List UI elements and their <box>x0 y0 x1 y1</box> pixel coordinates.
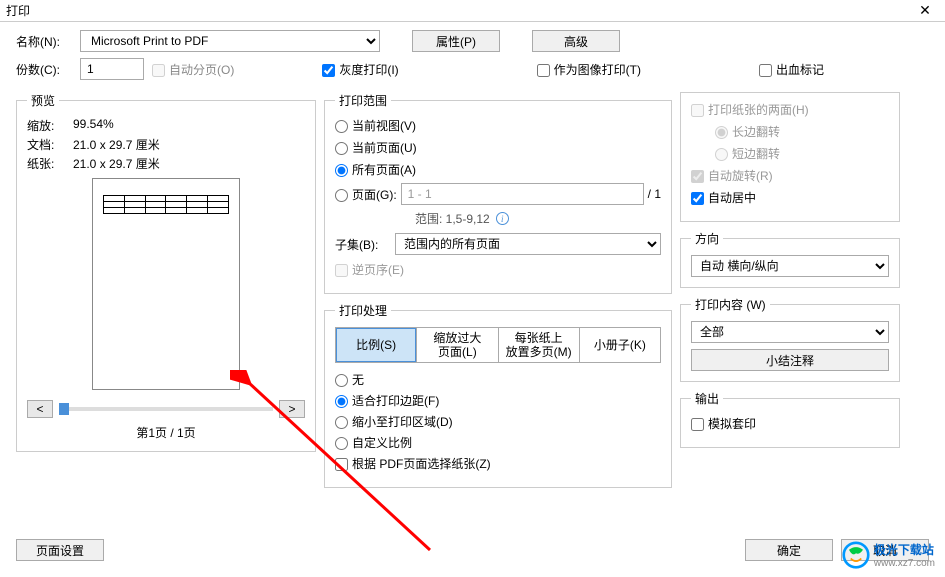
reverse-order-checkbox[interactable]: 逆页序(E) <box>335 261 404 278</box>
orientation-fieldset: 方向 自动 横向/纵向 <box>680 230 900 288</box>
close-button[interactable]: ✕ <box>905 2 945 19</box>
subset-label: 子集(B): <box>335 236 387 253</box>
tab-scale[interactable]: 比例(S) <box>336 328 417 362</box>
print-content-legend: 打印内容 (W) <box>691 296 770 313</box>
doc-value: 21.0 x 29.7 厘米 <box>73 136 160 153</box>
pages-input[interactable] <box>401 183 644 205</box>
current-page-radio[interactable]: 当前页面(U) <box>335 139 417 156</box>
print-processing-legend: 打印处理 <box>335 302 391 319</box>
next-page-button[interactable]: > <box>279 400 305 418</box>
preview-legend: 预览 <box>27 92 59 109</box>
page-slider[interactable] <box>59 407 273 411</box>
paper-label: 纸张: <box>27 155 73 172</box>
advanced-button[interactable]: 高级 <box>532 30 620 52</box>
paper-value: 21.0 x 29.7 厘米 <box>73 155 160 172</box>
subset-select[interactable]: 范围内的所有页面 <box>395 233 661 255</box>
cancel-button[interactable]: 取消 <box>841 539 929 561</box>
both-sides-checkbox[interactable]: 打印纸张的两面(H) <box>691 101 809 118</box>
summary-notes-button[interactable]: 小结注释 <box>691 349 889 371</box>
collate-checkbox[interactable]: 自动分页(O) <box>152 61 234 78</box>
choose-paper-by-pdf-checkbox[interactable]: 根据 PDF页面选择纸张(Z) <box>335 455 491 472</box>
print-range-fieldset: 打印范围 当前视图(V) 当前页面(U) 所有页面(A) 页面(G): / 1 … <box>324 92 672 294</box>
zoom-value: 99.54% <box>73 117 114 134</box>
printer-name-select[interactable]: Microsoft Print to PDF <box>80 30 380 52</box>
short-edge-radio: 短边翻转 <box>715 145 780 162</box>
ok-button[interactable]: 确定 <box>745 539 833 561</box>
fit-margin-radio[interactable]: 适合打印边距(F) <box>335 392 439 409</box>
copies-label: 份数(C): <box>16 61 72 78</box>
orientation-select[interactable]: 自动 横向/纵向 <box>691 255 889 277</box>
prev-page-button[interactable]: < <box>27 400 53 418</box>
current-view-radio[interactable]: 当前视图(V) <box>335 117 416 134</box>
print-range-legend: 打印范围 <box>335 92 391 109</box>
tab-fit[interactable]: 缩放过大 页面(L) <box>417 328 498 362</box>
range-hint: 范围: 1,5-9,12i <box>415 210 661 227</box>
print-content-fieldset: 打印内容 (W) 全部 小结注释 <box>680 296 900 382</box>
bleed-marks-checkbox[interactable]: 出血标记 <box>759 61 824 78</box>
orientation-legend: 方向 <box>691 230 723 247</box>
duplex-fieldset: 打印纸张的两面(H) 长边翻转 短边翻转 自动旋转(R) 自动居中 <box>680 92 900 222</box>
long-edge-radio: 长边翻转 <box>715 123 780 140</box>
copies-input[interactable] <box>80 58 144 80</box>
simulate-overprint-checkbox[interactable]: 模拟套印 <box>691 415 756 432</box>
output-legend: 输出 <box>691 390 723 407</box>
shrink-radio[interactable]: 缩小至打印区域(D) <box>335 413 453 430</box>
preview-fieldset: 预览 缩放:99.54% 文档:21.0 x 29.7 厘米 纸张:21.0 x… <box>16 92 316 452</box>
auto-rotate-checkbox[interactable]: 自动旋转(R) <box>691 167 773 184</box>
auto-center-checkbox[interactable]: 自动居中 <box>691 189 756 206</box>
tab-booklet[interactable]: 小册子(K) <box>580 328 660 362</box>
pages-radio[interactable]: 页面(G): <box>335 186 397 203</box>
all-pages-radio[interactable]: 所有页面(A) <box>335 161 416 178</box>
scale-none-radio[interactable]: 无 <box>335 371 364 388</box>
info-icon[interactable]: i <box>496 212 509 225</box>
tab-multi[interactable]: 每张纸上 放置多页(M) <box>499 328 580 362</box>
grayscale-checkbox[interactable]: 灰度打印(I) <box>322 61 398 78</box>
print-as-image-checkbox[interactable]: 作为图像打印(T) <box>537 61 641 78</box>
page-setup-button[interactable]: 页面设置 <box>16 539 104 561</box>
page-preview <box>92 178 240 390</box>
custom-scale-radio[interactable]: 自定义比例 <box>335 434 412 451</box>
print-content-select[interactable]: 全部 <box>691 321 889 343</box>
window-title: 打印 <box>6 2 905 19</box>
printer-name-label: 名称(N): <box>16 33 72 50</box>
zoom-label: 缩放: <box>27 117 73 134</box>
doc-label: 文档: <box>27 136 73 153</box>
page-indicator: 第1页 / 1页 <box>27 424 305 441</box>
properties-button[interactable]: 属性(P) <box>412 30 500 52</box>
output-fieldset: 输出 模拟套印 <box>680 390 900 448</box>
print-processing-fieldset: 打印处理 比例(S) 缩放过大 页面(L) 每张纸上 放置多页(M) 小册子(K… <box>324 302 672 488</box>
pages-total: / 1 <box>648 187 661 201</box>
